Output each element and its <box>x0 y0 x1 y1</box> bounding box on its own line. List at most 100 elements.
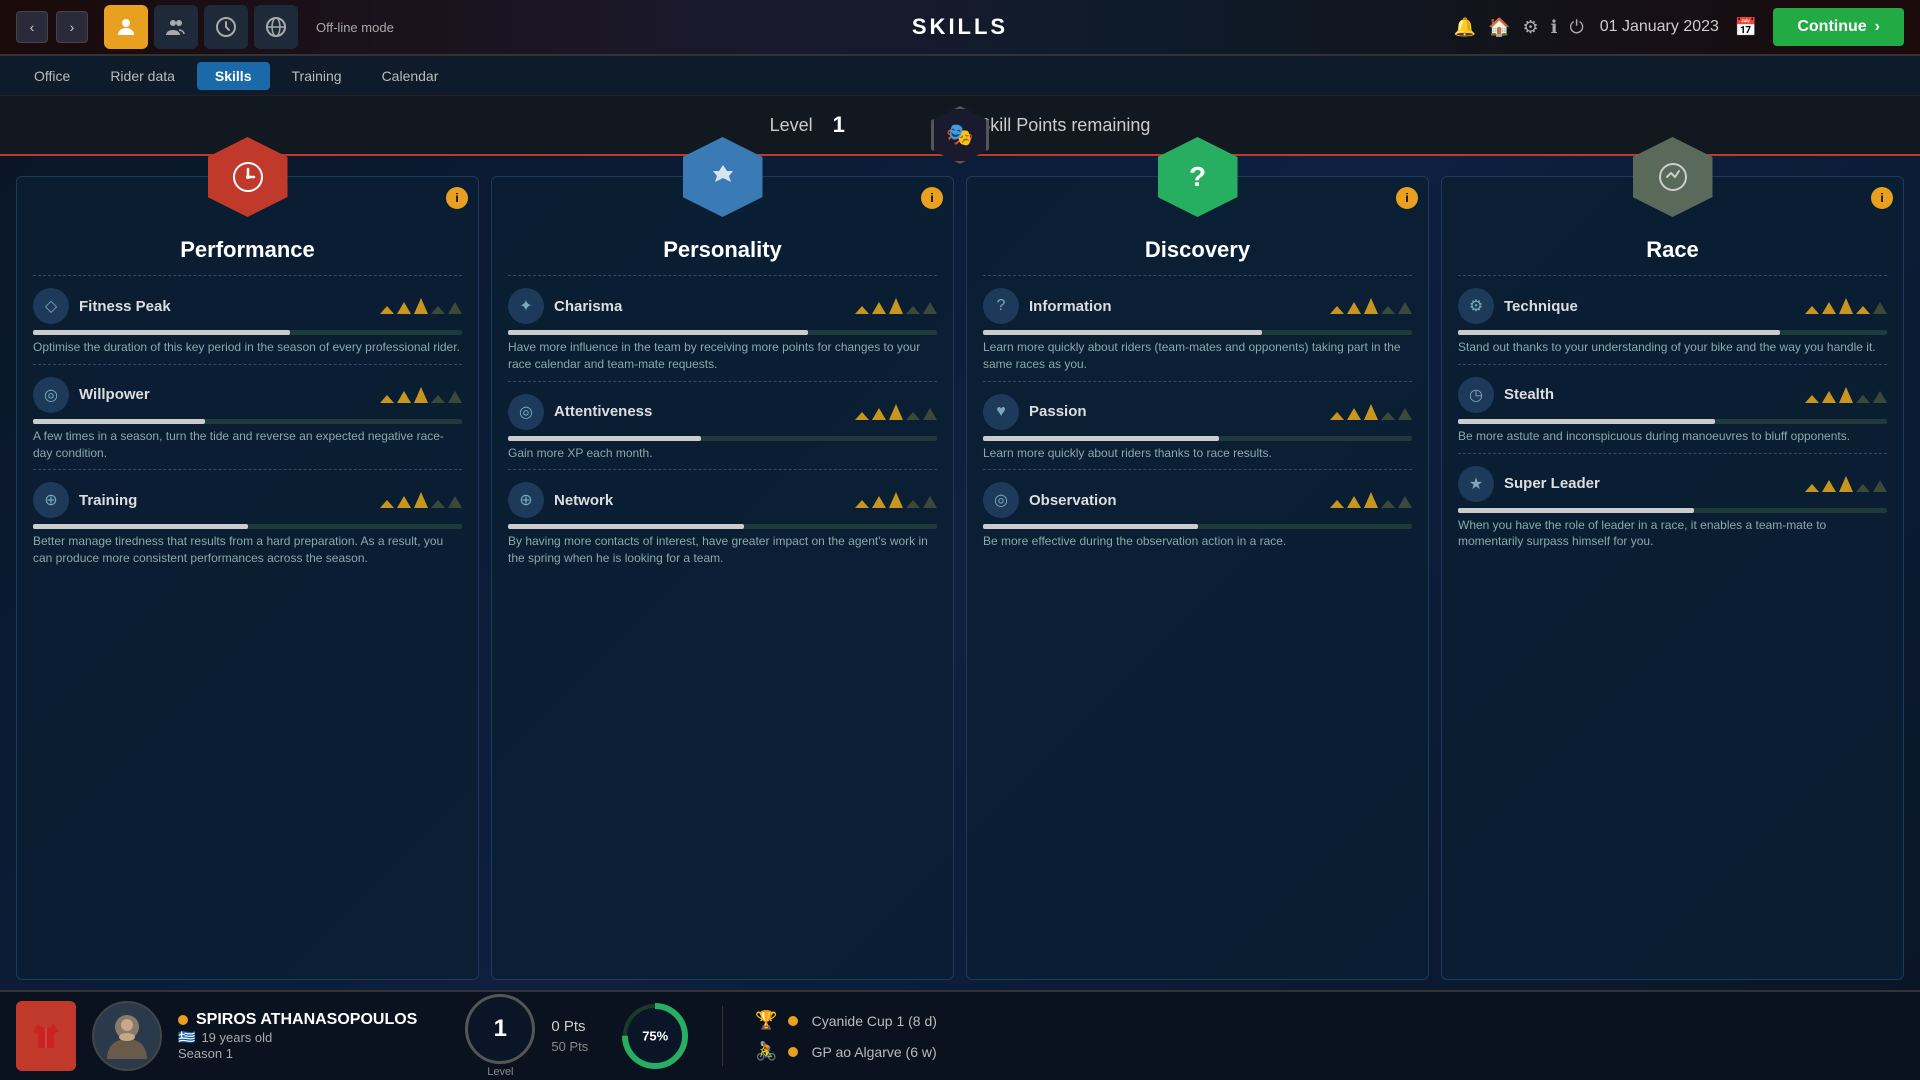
skill-super-leader: ★ Super Leader When you have the role of… <box>1458 453 1887 559</box>
charisma-stars <box>855 298 937 314</box>
nav-back-button[interactable]: ‹ <box>16 11 48 43</box>
level-label: Level <box>770 115 813 136</box>
race-item-1: 🏆 Cyanide Cup 1 (8 d) <box>755 1010 937 1031</box>
skill-technique: ⚙ Technique Stand out thanks to your und… <box>1458 275 1887 364</box>
skill-stealth: ◷ Stealth Be more astute and inconspicuo… <box>1458 364 1887 453</box>
network-name: Network <box>554 492 613 509</box>
skill-charisma: ✦ Charisma Have more influence in the te… <box>508 275 937 381</box>
training-icon: ⊕ <box>33 482 69 518</box>
fitness-peak-icon: ◇ <box>33 288 69 324</box>
online-mode-label: Off-line mode <box>316 20 394 35</box>
training-desc: Better manage tiredness that results fro… <box>33 533 462 567</box>
rider-season: Season 1 <box>178 1046 417 1061</box>
bell-icon[interactable]: 🔔 <box>1454 17 1476 38</box>
top-icons: 🔔 🏠 ⚙ ℹ ⏻ <box>1454 17 1584 38</box>
personality-title: Personality <box>508 237 937 263</box>
subnav-office[interactable]: Office <box>16 62 88 90</box>
nav-left: ‹ › <box>16 5 394 49</box>
willpower-icon: ◎ <box>33 377 69 413</box>
nav-icon-rider[interactable] <box>104 5 148 49</box>
level-bar: Level 1 🎭 0 Skill Points remaining <box>0 96 1920 156</box>
nav-forward-button[interactable]: › <box>56 11 88 43</box>
card-personality: i Personality ✦ Charisma Have more i <box>491 176 954 980</box>
skill-information: ? Information Learn more quickly about r… <box>983 275 1412 381</box>
pts-info: 0 Pts 50 Pts <box>551 1018 588 1054</box>
skill-passion: ♥ Passion Learn more quickly about rider… <box>983 381 1412 470</box>
settings-icon[interactable]: ⚙ <box>1522 17 1538 38</box>
card-race: i Race ⚙ Technique Stand out thanks <box>1441 176 1904 980</box>
attentiveness-name: Attentiveness <box>554 403 652 420</box>
date-display: 01 January 2023 <box>1600 18 1719 36</box>
attentiveness-desc: Gain more XP each month. <box>508 445 937 462</box>
network-stars <box>855 492 937 508</box>
nav-icons <box>104 5 298 49</box>
race-info-button[interactable]: i <box>1871 187 1893 209</box>
subnav-rider-data[interactable]: Rider data <box>92 62 193 90</box>
network-desc: By having more contacts of interest, hav… <box>508 533 937 567</box>
charisma-name: Charisma <box>554 298 622 315</box>
observation-name: Observation <box>1029 492 1117 509</box>
nav-icon-globe[interactable] <box>254 5 298 49</box>
rider-photo <box>92 1001 162 1071</box>
page-title: SKILLS <box>912 14 1008 40</box>
bottom-level-circle: 1 <box>465 994 535 1064</box>
super-leader-name: Super Leader <box>1504 475 1600 492</box>
fitness-peak-stars <box>380 298 462 314</box>
card-performance: i Performance ◇ Fitness Peak Optimis <box>16 176 479 980</box>
stealth-stars <box>1805 387 1887 403</box>
technique-name: Technique <box>1504 298 1578 315</box>
home-icon[interactable]: 🏠 <box>1488 17 1510 38</box>
information-desc: Learn more quickly about riders (team-ma… <box>983 339 1412 373</box>
performance-title: Performance <box>33 237 462 263</box>
nav-right: 🔔 🏠 ⚙ ℹ ⏻ 01 January 2023 📅 Continue › <box>1454 8 1904 46</box>
main-content: i Performance ◇ Fitness Peak Optimis <box>0 156 1920 990</box>
passion-desc: Learn more quickly about riders thanks t… <box>983 445 1412 462</box>
nav-icon-clock[interactable] <box>204 5 248 49</box>
fitness-peak-name: Fitness Peak <box>79 298 171 315</box>
progress-circle-container: 75% <box>620 1001 690 1071</box>
fitness-peak-desc: Optimise the duration of this key period… <box>33 339 462 356</box>
skill-willpower: ◎ Willpower A few times in a season, tur… <box>33 364 462 470</box>
technique-stars <box>1805 298 1887 314</box>
skill-training: ⊕ Training Better manage tiredness that … <box>33 469 462 575</box>
performance-info-button[interactable]: i <box>446 187 468 209</box>
discovery-info-button[interactable]: i <box>1396 187 1418 209</box>
attentiveness-stars <box>855 404 937 420</box>
stealth-icon: ◷ <box>1458 377 1494 413</box>
information-name: Information <box>1029 298 1112 315</box>
network-icon: ⊕ <box>508 482 544 518</box>
information-icon: ? <box>983 288 1019 324</box>
power-icon[interactable]: ⏻ <box>1569 17 1583 38</box>
passion-stars <box>1330 404 1412 420</box>
level-value: 1 <box>833 112 845 138</box>
personality-info-button[interactable]: i <box>921 187 943 209</box>
progress-percent: 75% <box>642 1029 668 1044</box>
bike-icon: 🚴 <box>755 1041 777 1062</box>
stealth-desc: Be more astute and inconspicuous during … <box>1458 428 1887 445</box>
current-pts: 0 Pts <box>551 1018 588 1035</box>
discovery-title: Discovery <box>983 237 1412 263</box>
subnav-calendar[interactable]: Calendar <box>364 62 457 90</box>
skill-fitness-peak: ◇ Fitness Peak Optimise the duration of … <box>33 275 462 364</box>
level-circle-area: 1 Level 0 Pts 50 Pts 75% <box>465 994 690 1078</box>
bottom-divider <box>722 1006 723 1066</box>
bottom-level-label: Level <box>487 1066 513 1078</box>
total-pts: 50 Pts <box>551 1039 588 1054</box>
rider-info: SPIROS ATHANASOPOULOS 🇬🇷 19 years old Se… <box>178 1011 417 1061</box>
super-leader-stars <box>1805 476 1887 492</box>
skill-points-label: Skill Points remaining <box>978 115 1150 136</box>
information-stars <box>1330 298 1412 314</box>
charisma-desc: Have more influence in the team by recei… <box>508 339 937 373</box>
info-icon[interactable]: ℹ <box>1551 17 1558 38</box>
subnav-skills[interactable]: Skills <box>197 62 270 90</box>
charisma-icon: ✦ <box>508 288 544 324</box>
continue-button[interactable]: Continue › <box>1773 8 1904 46</box>
trophy-icon: 🏆 <box>755 1010 777 1031</box>
subnav-training[interactable]: Training <box>274 62 360 90</box>
nav-icon-group[interactable] <box>154 5 198 49</box>
calendar-icon[interactable]: 📅 <box>1735 17 1757 38</box>
rider-name: SPIROS ATHANASOPOULOS <box>178 1011 417 1029</box>
technique-desc: Stand out thanks to your understanding o… <box>1458 339 1887 356</box>
card-discovery: ? i Discovery ? Information <box>966 176 1429 980</box>
race-info: 🏆 Cyanide Cup 1 (8 d) 🚴 GP ao Algarve (6… <box>755 1010 937 1062</box>
